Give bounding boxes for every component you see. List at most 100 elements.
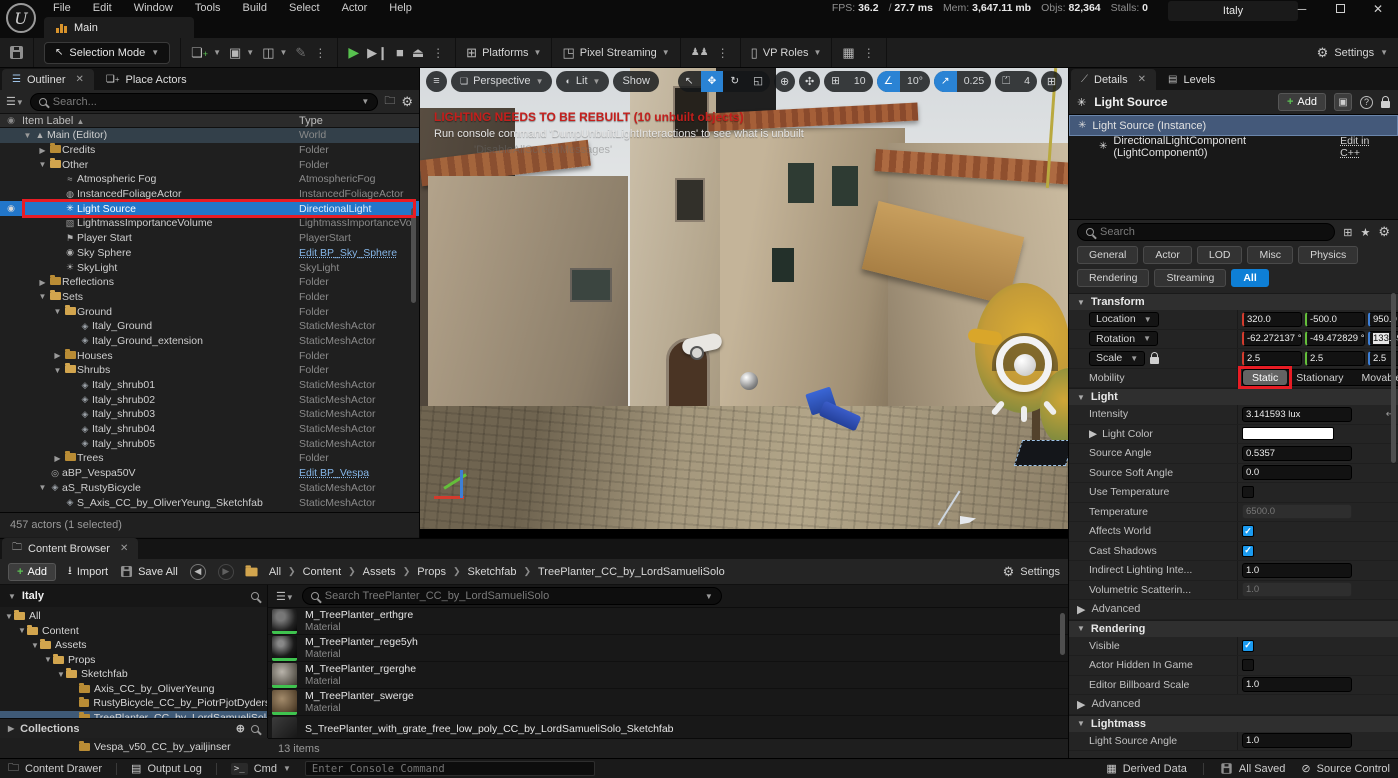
- tab-outliner[interactable]: ☰ Outliner ✕: [2, 69, 94, 90]
- tree-item[interactable]: ▼All: [0, 609, 267, 624]
- expander-icon[interactable]: ▶: [52, 454, 63, 463]
- table-row[interactable]: ◈Italy_shrub05StaticMeshActor: [0, 436, 419, 451]
- add-actor-dropdown[interactable]: ❏+▼: [191, 45, 221, 61]
- checkbox[interactable]: [1242, 486, 1254, 498]
- asset-item[interactable]: M_TreePlanter_swergeMaterial: [268, 689, 1068, 716]
- output-log-button[interactable]: ▤ Output Log: [131, 762, 202, 775]
- asset-search-input[interactable]: Search TreePlanter_CC_by_LordSamueliSolo…: [302, 587, 722, 605]
- camera-speed-value[interactable]: 4: [1017, 71, 1037, 92]
- table-row[interactable]: ◍InstancedFoliageActorInstancedFoliageAc…: [0, 187, 419, 202]
- details-settings-icon[interactable]: ⚙: [1378, 224, 1390, 240]
- checkbox[interactable]: ✓: [1242, 545, 1254, 557]
- advanced-expander[interactable]: ▶Advanced: [1069, 600, 1398, 620]
- table-row[interactable]: ⚑Player StartPlayerStart: [0, 231, 419, 246]
- search-icon[interactable]: [251, 725, 259, 733]
- forward-button[interactable]: ▶: [218, 564, 234, 580]
- collab-dots-icon[interactable]: ⋮: [717, 46, 730, 60]
- close-button[interactable]: ✕: [1370, 2, 1386, 16]
- axis-field-y[interactable]: 2.5: [1305, 351, 1365, 366]
- table-row[interactable]: ▶ReflectionsFolder: [0, 275, 419, 290]
- checkbox[interactable]: ✓: [1242, 525, 1254, 537]
- expander-icon[interactable]: ▼: [17, 626, 27, 635]
- expander-icon[interactable]: ▼: [30, 641, 40, 650]
- play-options-dots-icon[interactable]: ⋮: [432, 46, 445, 60]
- mobility-static[interactable]: Static: [1243, 370, 1287, 385]
- scale-snap-icon[interactable]: ↗: [934, 71, 957, 92]
- value-input[interactable]: 0.5357: [1242, 446, 1352, 461]
- location-dropdown[interactable]: Location▼: [1089, 312, 1159, 327]
- camera-icon[interactable]: ⏍: [995, 71, 1017, 92]
- type-link[interactable]: Edit BP_Sky_Sphere: [299, 247, 419, 259]
- menu-file[interactable]: File: [44, 1, 80, 15]
- lit-dropdown[interactable]: ◐ Lit ▼: [556, 71, 609, 92]
- mobility-stationary[interactable]: Stationary: [1287, 370, 1352, 385]
- value-input[interactable]: 1.0: [1242, 733, 1352, 748]
- rotate-tool-icon[interactable]: ↻: [723, 71, 746, 92]
- add-collection-icon[interactable]: ⊕: [236, 722, 245, 735]
- expander-icon[interactable]: ▼: [52, 366, 63, 375]
- expander-icon[interactable]: ▼: [37, 483, 48, 492]
- table-row[interactable]: ▶TreesFolder: [0, 451, 419, 466]
- table-row[interactable]: ◈Italy_Ground_extensionStaticMeshActor: [0, 334, 419, 349]
- menu-actor[interactable]: Actor: [333, 1, 377, 15]
- angle-snap-icon[interactable]: ∠: [877, 71, 900, 92]
- filter-chip-misc[interactable]: Misc: [1247, 246, 1293, 264]
- close-icon[interactable]: ✕: [120, 543, 128, 554]
- table-row[interactable]: ▼GroundFolder: [0, 304, 419, 319]
- lock-icon[interactable]: [1150, 357, 1159, 364]
- filter-chip-streaming[interactable]: Streaming: [1154, 269, 1226, 287]
- color-swatch[interactable]: [1242, 427, 1334, 440]
- tab-content-browser[interactable]: 🗀 Content Browser ✕: [2, 538, 138, 559]
- table-row[interactable]: ◉Sky SphereEdit BP_Sky_Sphere: [0, 246, 419, 261]
- tree-item[interactable]: ▼Content: [0, 624, 267, 639]
- axis-field-y[interactable]: -49.472829 °: [1305, 331, 1365, 346]
- axis-field-y[interactable]: -500.0: [1305, 312, 1365, 327]
- expander-icon[interactable]: ▼: [4, 612, 14, 621]
- console-command-input[interactable]: [305, 761, 595, 776]
- surface-snap-icon[interactable]: ✣: [799, 71, 820, 92]
- outliner-column-header[interactable]: ◉ Item Label ▲ Type: [0, 113, 419, 128]
- eye-icon[interactable]: ◉: [0, 203, 22, 214]
- advanced-expander[interactable]: ▶Advanced: [1069, 695, 1398, 715]
- checkbox[interactable]: ✓: [1242, 640, 1254, 652]
- table-row[interactable]: ☀SkyLightSkyLight: [0, 260, 419, 275]
- viewport[interactable]: ≡ ❏ Perspective ▼ ◐ Lit ▼ Show ↖: [420, 68, 1068, 538]
- axis-field-x[interactable]: -62.272137 °: [1242, 331, 1302, 346]
- table-row[interactable]: ▼SetsFolder: [0, 290, 419, 305]
- value-input[interactable]: 3.141593 lux: [1242, 407, 1352, 422]
- close-icon[interactable]: ✕: [76, 74, 84, 85]
- move-tool-icon[interactable]: ✥: [701, 71, 724, 92]
- tab-place-actors[interactable]: ❏+ Place Actors: [96, 69, 197, 90]
- menu-window[interactable]: Window: [125, 1, 182, 15]
- filter-chip-general[interactable]: General: [1077, 246, 1138, 264]
- content-drawer-button[interactable]: 🗀 Content Drawer: [8, 759, 102, 778]
- table-row[interactable]: ◈Italy_shrub02StaticMeshActor: [0, 392, 419, 407]
- tree-item[interactable]: ▼Assets: [0, 638, 267, 653]
- table-row[interactable]: ▶CreditsFolder: [0, 143, 419, 158]
- pixel-streaming-dropdown[interactable]: ◳Pixel Streaming▼: [562, 45, 669, 61]
- tree-item[interactable]: ▼Props: [0, 653, 267, 668]
- content-browser-settings[interactable]: ⚙ Settings: [1003, 564, 1060, 580]
- axis-field-x[interactable]: 320.0: [1242, 312, 1302, 327]
- platforms-dropdown[interactable]: ⊞Platforms▼: [466, 45, 541, 61]
- expander-icon[interactable]: ▼: [56, 670, 66, 679]
- all-saved-button[interactable]: All Saved: [1220, 762, 1285, 775]
- asset-item[interactable]: M_TreePlanter_erthgreMaterial: [268, 608, 1068, 635]
- eject-button[interactable]: ⏏: [412, 45, 424, 61]
- outliner-scrollbar[interactable]: [411, 208, 416, 303]
- table-row[interactable]: ◎aBP_Vespa50VEdit BP_Vespa: [0, 466, 419, 481]
- collections-row[interactable]: ▶ Collections ⊕: [0, 718, 267, 738]
- play-button[interactable]: ▶: [348, 44, 359, 61]
- add-asset-button[interactable]: + Add: [8, 563, 56, 581]
- value-input[interactable]: 1.0: [1242, 677, 1352, 692]
- value-input[interactable]: 1.0: [1242, 563, 1352, 578]
- table-row[interactable]: ▼ShrubsFolder: [0, 363, 419, 378]
- perspective-dropdown[interactable]: ❏ Perspective ▼: [451, 71, 552, 92]
- tree-item[interactable]: ▼Sketchfab: [0, 667, 267, 682]
- edit-in-cpp-link[interactable]: Edit in C++: [1340, 135, 1390, 159]
- tab-levels[interactable]: ▤ Levels: [1158, 69, 1225, 90]
- filter-chip-lod[interactable]: LOD: [1197, 246, 1243, 264]
- add-component-button[interactable]: + Add: [1278, 93, 1326, 111]
- tree-item[interactable]: Vespa_v50_CC_by_yailjinser: [0, 740, 267, 755]
- tab-details[interactable]: ⟋ Details ✕: [1071, 69, 1156, 90]
